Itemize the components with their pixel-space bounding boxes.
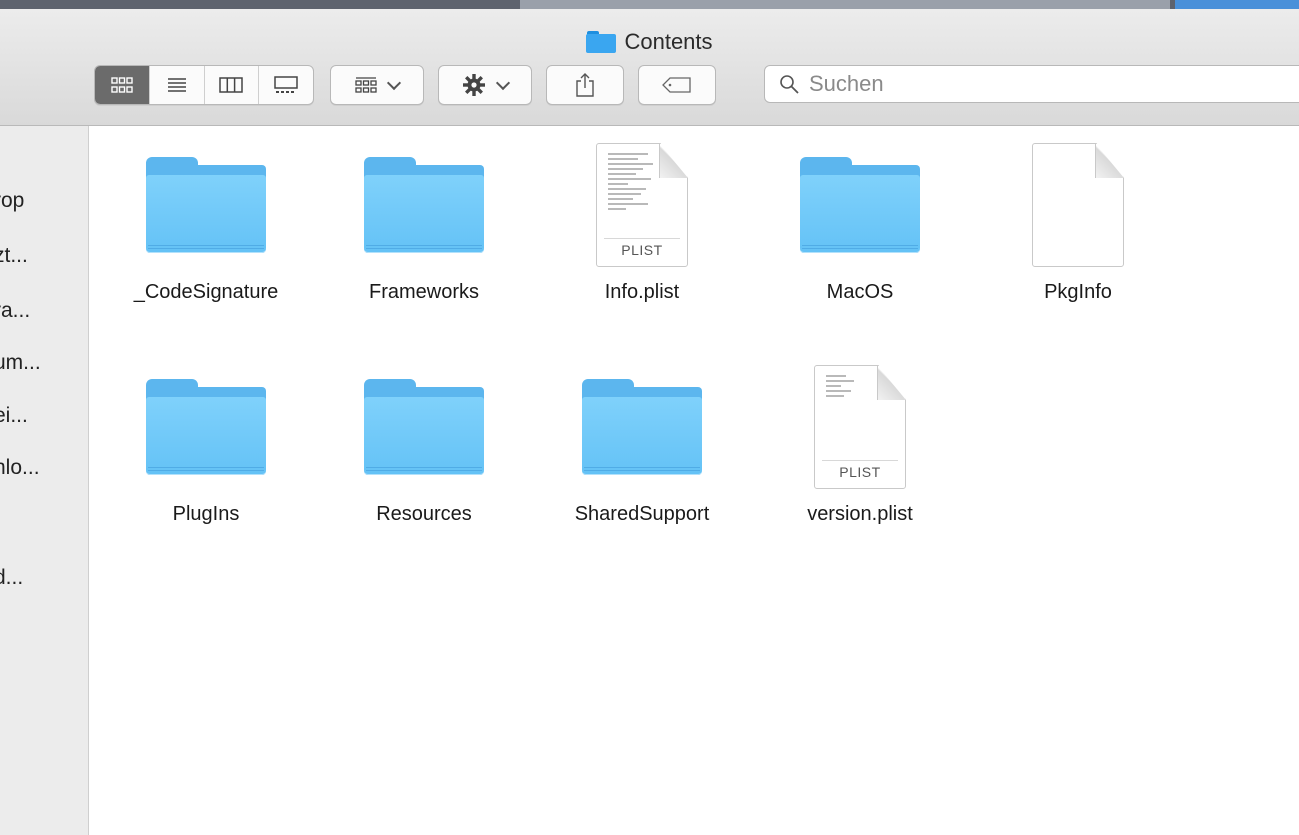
- icon-view-button[interactable]: [95, 66, 150, 104]
- list-icon: [167, 78, 186, 92]
- toolbar: [0, 65, 1299, 105]
- folder-icon: [146, 379, 266, 475]
- search-input[interactable]: [807, 70, 1211, 98]
- sidebar: rop zt... ra... um... ei... nlo... d...: [0, 126, 89, 835]
- sidebar-item[interactable]: rop: [0, 189, 24, 213]
- folder-icon: [582, 379, 702, 475]
- column-view-button[interactable]: [205, 66, 260, 104]
- search-icon: [780, 75, 799, 94]
- share-button[interactable]: [546, 65, 624, 105]
- folder-icon: [586, 31, 617, 53]
- gear-icon: [463, 74, 485, 96]
- folder-icon: [364, 157, 484, 253]
- search-field[interactable]: [764, 65, 1299, 103]
- window-title: Contents: [0, 29, 1299, 55]
- group-grid-icon: [355, 77, 377, 93]
- file-name: version.plist: [807, 503, 913, 525]
- file-name: Frameworks: [368, 281, 479, 303]
- sidebar-item[interactable]: um...: [0, 351, 41, 375]
- gallery-view-button[interactable]: [259, 66, 313, 104]
- plist-badge: PLIST: [822, 460, 898, 483]
- group-by-button[interactable]: [330, 65, 424, 105]
- list-view-button[interactable]: [150, 66, 205, 104]
- finder-titlebar: Contents: [0, 9, 1299, 126]
- folder-icon: [146, 157, 266, 253]
- columns-icon: [219, 77, 244, 93]
- plist-file-icon: PLIST: [596, 143, 688, 267]
- window-title-text: Contents: [624, 29, 713, 54]
- action-menu-button[interactable]: [438, 65, 532, 105]
- tags-button[interactable]: [638, 65, 716, 105]
- file-name: PlugIns: [172, 503, 240, 525]
- plist-badge: PLIST: [604, 238, 680, 261]
- sidebar-item[interactable]: nlo...: [0, 456, 40, 480]
- document-icon: [1032, 143, 1124, 267]
- sidebar-item[interactable]: d...: [0, 566, 23, 590]
- window-top-edge: [0, 0, 1299, 9]
- window-top-edge-accent: [1175, 0, 1299, 9]
- folder-icon: [800, 157, 920, 253]
- tag-icon: [662, 77, 691, 93]
- icon-grid-icon: [111, 77, 133, 93]
- chevron-down-icon: [386, 75, 402, 90]
- chevron-down-icon: [495, 75, 511, 90]
- sidebar-item[interactable]: zt...: [0, 244, 28, 268]
- folder-icon: [364, 379, 484, 475]
- sidebar-item[interactable]: ei...: [0, 404, 28, 428]
- gallery-icon: [274, 76, 298, 93]
- sidebar-item[interactable]: ra...: [0, 299, 30, 323]
- file-name: MacOS: [826, 281, 894, 303]
- file-name: PkgInfo: [1044, 281, 1112, 303]
- file-name: Info.plist: [604, 281, 680, 303]
- file-name: _CodeSignature: [133, 281, 279, 303]
- share-icon: [576, 73, 594, 97]
- file-name: Resources: [376, 503, 472, 525]
- window-top-edge-light: [520, 0, 1170, 9]
- file-name: SharedSupport: [574, 503, 710, 525]
- file-grid: _CodeSignature Frameworks PLIST Info.pli…: [89, 126, 1299, 835]
- plist-file-icon: PLIST: [814, 365, 906, 489]
- view-mode-control: [94, 65, 314, 105]
